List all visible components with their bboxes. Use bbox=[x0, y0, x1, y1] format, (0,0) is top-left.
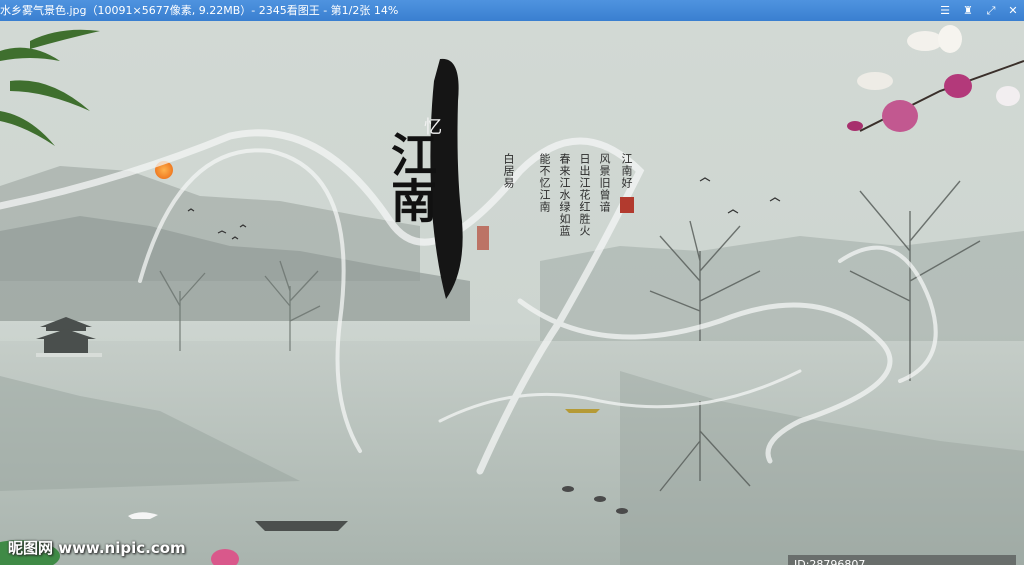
close-icon[interactable]: ✕ bbox=[1002, 0, 1024, 21]
poem-author: 白居易 bbox=[502, 153, 515, 189]
nipic-watermark: 昵图网 www.nipic.com bbox=[8, 539, 186, 557]
poem-column: 春来江水绿如蓝 bbox=[558, 153, 571, 237]
title-bar: 水乡雾气景色.jpg（10091×5677像素, 9.22MB）- 2345看图… bbox=[0, 0, 1024, 21]
landscape-painting bbox=[0, 21, 1024, 565]
window-title: 水乡雾气景色.jpg（10091×5677像素, 9.22MB）- 2345看图… bbox=[0, 4, 399, 17]
menu-icon[interactable]: ☰ bbox=[934, 0, 956, 21]
image-viewport[interactable]: 忆 江南 江南好 风景旧曾谙 日出江花红胜火 春来江水绿如蓝 能不忆江南 白居易… bbox=[0, 21, 1024, 565]
skin-icon[interactable]: ♜ bbox=[957, 0, 979, 21]
poem-column: 风景旧曾谙 bbox=[598, 153, 611, 213]
boat bbox=[255, 521, 348, 531]
image-id-watermark: ID:28796807 NO:20190426124932114082 bbox=[788, 555, 1016, 565]
calligraphy-title: 江南 bbox=[384, 131, 438, 223]
poem-column: 江南好 bbox=[620, 153, 633, 189]
small-boat bbox=[565, 409, 600, 413]
fullscreen-icon[interactable]: ⤢ bbox=[980, 0, 1002, 21]
poem-column: 能不忆江南 bbox=[538, 153, 551, 213]
poem-column: 日出江花红胜火 bbox=[578, 153, 591, 237]
